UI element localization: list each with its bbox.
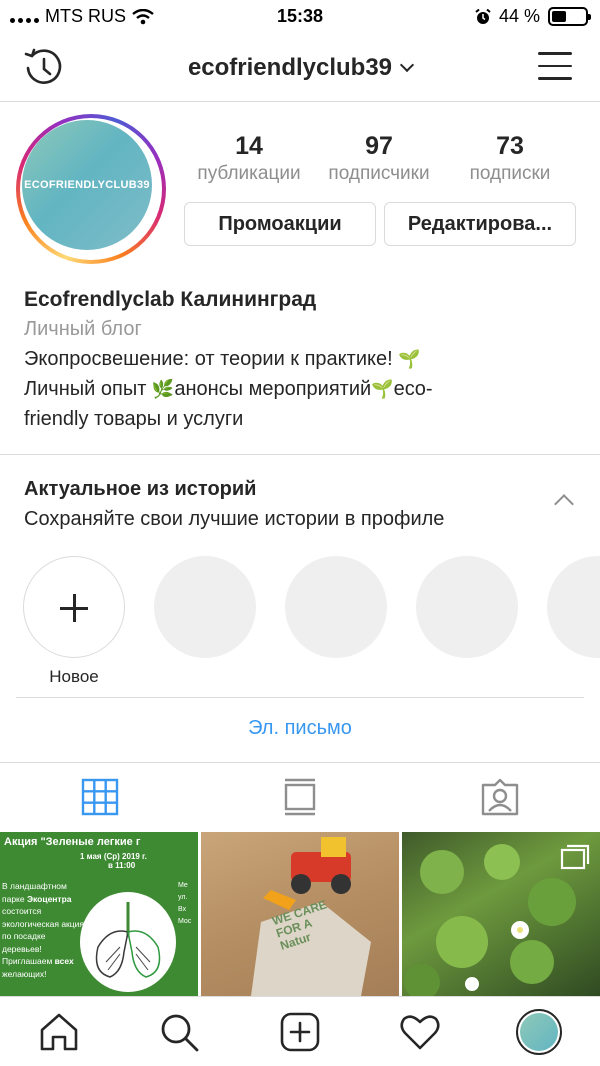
bio-text: Экопросвешение: от теории к практике!: [24, 348, 393, 370]
profile-tabs: [0, 762, 600, 832]
status-bar: MTS RUS 15:38 44 %: [0, 0, 600, 34]
add-post-icon[interactable]: [277, 1009, 323, 1055]
battery-percent: 44 %: [498, 6, 540, 26]
profile-category: Личный блог: [24, 318, 142, 340]
post-text: В ландшафтном парке Экоцентра состоится …: [2, 881, 84, 979]
posts-grid: Акция "Зеленые легкие г 1 мая (Ср) 2019 …: [0, 832, 600, 996]
highlights-subtitle: Сохраняйте свои лучшие истории в профиле: [24, 508, 445, 530]
tagged-icon[interactable]: [480, 777, 520, 817]
new-highlight-button[interactable]: [23, 556, 125, 658]
herb-icon: 🌿: [151, 379, 175, 399]
divider: [16, 697, 584, 698]
seedling-icon: 🌱: [398, 349, 421, 369]
highlight-placeholder: [416, 556, 518, 658]
promotions-button[interactable]: Промоакции: [184, 202, 376, 246]
post-text: Ме ул. Вх Мос: [178, 882, 192, 925]
profile-name: Ecofrendlyclab Калининград: [24, 288, 317, 311]
grid-icon[interactable]: [80, 777, 120, 817]
highlight-placeholder: [547, 556, 600, 658]
stat-label: подписки: [469, 163, 551, 184]
alarm-icon: [475, 8, 491, 24]
stat-value: 14: [235, 132, 263, 160]
post-thumbnail[interactable]: Акция "Зеленые легкие г 1 мая (Ср) 2019 …: [0, 832, 198, 996]
avatar-image: ECOFRIENDLYCLUB39: [22, 120, 152, 250]
bio-line: Личный опыт 🌿анонсы мероприятий🌱eco-: [24, 374, 584, 404]
stat-label: публикации: [197, 163, 301, 184]
stat-label: подписчики: [328, 163, 430, 184]
profile-bio: Ecofrendlyclab Калининград Личный блог Э…: [24, 286, 584, 434]
username-title: ecofriendlyclub39: [187, 54, 393, 81]
email-button[interactable]: Эл. письмо: [0, 717, 600, 740]
divider: [0, 454, 600, 455]
stat-value: 73: [496, 132, 524, 160]
edit-profile-button[interactable]: Редактирова...: [384, 202, 576, 246]
home-icon[interactable]: [36, 1009, 82, 1055]
bottom-navigation: [0, 996, 600, 1066]
account-switcher[interactable]: ecofriendlyclub39: [0, 54, 600, 82]
highlight-placeholder: [154, 556, 256, 658]
stat-followers[interactable]: 97 подписчики: [316, 130, 442, 186]
bio-text: анонсы мероприятий: [174, 378, 372, 400]
battery-icon: [548, 7, 591, 26]
bio-text: eco-: [393, 378, 433, 400]
avatar[interactable]: ECOFRIENDLYCLUB39: [16, 114, 166, 264]
bio-text: Личный опыт: [24, 378, 147, 400]
avatar-text: ECOFRIENDLYCLUB39: [24, 179, 150, 191]
carousel-icon: [560, 844, 590, 870]
bio-line: Экопросвешение: от теории к практике! 🌱: [24, 344, 584, 374]
chevron-up-icon[interactable]: [554, 494, 574, 514]
heart-icon[interactable]: [397, 1009, 443, 1055]
bio-line: friendly товары и услуги: [24, 408, 244, 430]
profile-stats: 14 публикации 97 подписчики 73 подписки: [184, 130, 584, 190]
feed-icon[interactable]: [280, 777, 320, 817]
post-thumbnail[interactable]: WE CARE FOR A Natur: [201, 832, 399, 996]
stat-following[interactable]: 73 подписки: [454, 130, 566, 186]
highlights-title: Актуальное из историй: [24, 478, 257, 500]
post-thumbnail[interactable]: [402, 832, 600, 996]
seedling-icon: 🌱: [371, 379, 394, 399]
search-icon[interactable]: [156, 1009, 202, 1055]
new-highlight-label: Новое: [49, 667, 99, 686]
highlight-placeholder: [285, 556, 387, 658]
lungs-illustration: [80, 892, 176, 992]
chevron-down-icon: [399, 57, 415, 73]
post-text: 1 мая (Ср) 2019 г. в 11:00: [80, 852, 147, 870]
stat-posts[interactable]: 14 публикации: [184, 130, 314, 186]
battery-area: 44 %: [475, 6, 591, 27]
profile-header: ecofriendlyclub39: [0, 34, 600, 102]
post-text: Акция "Зеленые легкие г: [4, 836, 141, 848]
stat-value: 97: [365, 132, 393, 160]
menu-icon[interactable]: [538, 52, 572, 82]
profile-avatar-icon[interactable]: [516, 1009, 562, 1055]
